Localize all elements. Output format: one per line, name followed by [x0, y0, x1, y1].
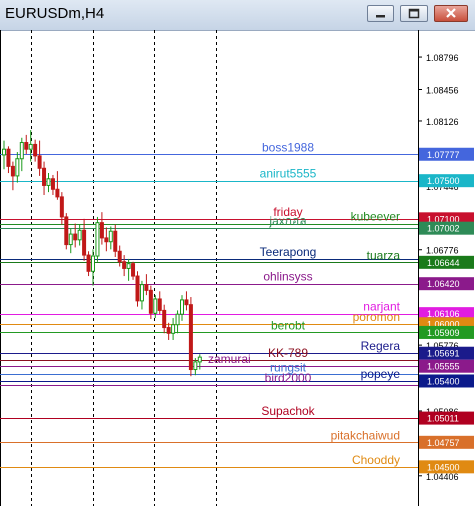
level-label: ohlinsyss [263, 270, 312, 284]
minimize-button[interactable] [367, 5, 394, 22]
window-title: EURUSDm,H4 [5, 5, 105, 22]
candle-body [162, 309, 167, 329]
candle-body [37, 155, 42, 169]
candle-body [104, 237, 109, 243]
level-label: berobt [271, 318, 306, 332]
candle-body [68, 233, 73, 246]
level-price-tag-label: 1.06644 [427, 258, 460, 268]
candle-body [28, 143, 33, 150]
level-label: Chooddy [352, 453, 400, 467]
candle-body [59, 196, 64, 218]
level-price-tag-label: 1.05909 [427, 328, 460, 338]
candle-body [86, 254, 91, 272]
candle-body [82, 229, 87, 256]
close-button[interactable] [434, 5, 468, 22]
level-label: jaxกอล [268, 214, 306, 228]
close-icon [446, 8, 456, 18]
candle-body [73, 233, 78, 241]
title-bar[interactable]: EURUSDm,H4 [0, 0, 475, 31]
level-label: popeye [361, 367, 401, 381]
candle-body [55, 188, 60, 198]
level-label: anirut5555 [260, 167, 317, 181]
candle-body [95, 222, 100, 257]
price-axis-tick-label: 1.06776 [426, 246, 459, 256]
level-label: zamurai [208, 352, 251, 366]
candle-body [153, 298, 158, 314]
level-label: tuarza [367, 248, 401, 262]
maximize-button[interactable] [400, 5, 428, 22]
level-price-tag-label: 1.05011 [427, 414, 459, 424]
candle-body [144, 284, 149, 291]
candle-body [42, 167, 47, 186]
level-price-tag-label: 1.05400 [427, 376, 460, 386]
price-axis-tick-label: 1.08796 [426, 53, 459, 63]
candle-body [77, 229, 82, 241]
candle-body [15, 158, 20, 177]
candle-body [131, 263, 136, 277]
level-price-tag-label: 1.05691 [427, 349, 460, 359]
candle-body [193, 361, 198, 371]
candle-body [113, 230, 118, 252]
chart-window: EURUSDm,H4 1.087961.084561.081261.074461… [0, 0, 475, 506]
level-label: kubeever [351, 210, 400, 224]
candle-body [99, 222, 104, 239]
level-price-tag-label: 1.07777 [427, 150, 460, 160]
candle-body [122, 261, 127, 269]
level-price-tag-label: 1.07002 [427, 224, 460, 234]
candle-body [64, 216, 69, 246]
candle-body [166, 327, 171, 334]
candle-body [2, 148, 6, 156]
level-label: Teerapong [260, 245, 317, 259]
candle-body [108, 230, 113, 243]
candle-body [46, 178, 51, 186]
candle-body [91, 255, 95, 272]
candle-body [197, 356, 202, 363]
level-price-tag-label: 1.04757 [427, 438, 460, 448]
level-label: KK-789 [268, 346, 308, 360]
price-chart[interactable]: 1.087961.084561.081261.074461.067761.064… [0, 30, 475, 506]
candle-body [50, 178, 55, 190]
candle-body [126, 263, 131, 269]
candle-body [157, 298, 162, 311]
candle-body [19, 142, 24, 160]
minimize-icon [376, 15, 385, 18]
level-price-tag-label: 1.07500 [427, 176, 460, 186]
candle-body [6, 148, 11, 167]
candle-body [171, 324, 176, 334]
level-label: bird2000 [265, 371, 312, 385]
price-chart-canvas[interactable]: 1.087961.084561.081261.074461.067761.064… [0, 30, 475, 506]
level-label: boss1988 [262, 140, 314, 154]
candle-body [188, 304, 193, 371]
level-price-tag-label: 1.05555 [427, 362, 460, 372]
candle-body [135, 275, 140, 302]
price-axis-tick-label: 1.08126 [426, 117, 459, 127]
candle-body [24, 142, 29, 150]
candle-body [33, 143, 38, 157]
candle-body [117, 250, 122, 263]
candle-body [139, 284, 144, 302]
candle-body [175, 313, 180, 326]
level-label: pitakchaiwud [331, 428, 400, 442]
candle-body [184, 299, 189, 306]
price-axis-tick-label: 1.08456 [426, 85, 459, 95]
level-price-tag-label: 1.06420 [427, 279, 460, 289]
level-label: Supachok [261, 404, 315, 418]
candle-body [148, 289, 153, 314]
candle-body [10, 165, 15, 177]
candle-body [180, 299, 184, 315]
maximize-icon [408, 8, 420, 19]
level-label: poromon [353, 310, 400, 324]
level-price-tag-label: 1.04500 [427, 462, 460, 472]
level-label: Regera [361, 339, 401, 353]
